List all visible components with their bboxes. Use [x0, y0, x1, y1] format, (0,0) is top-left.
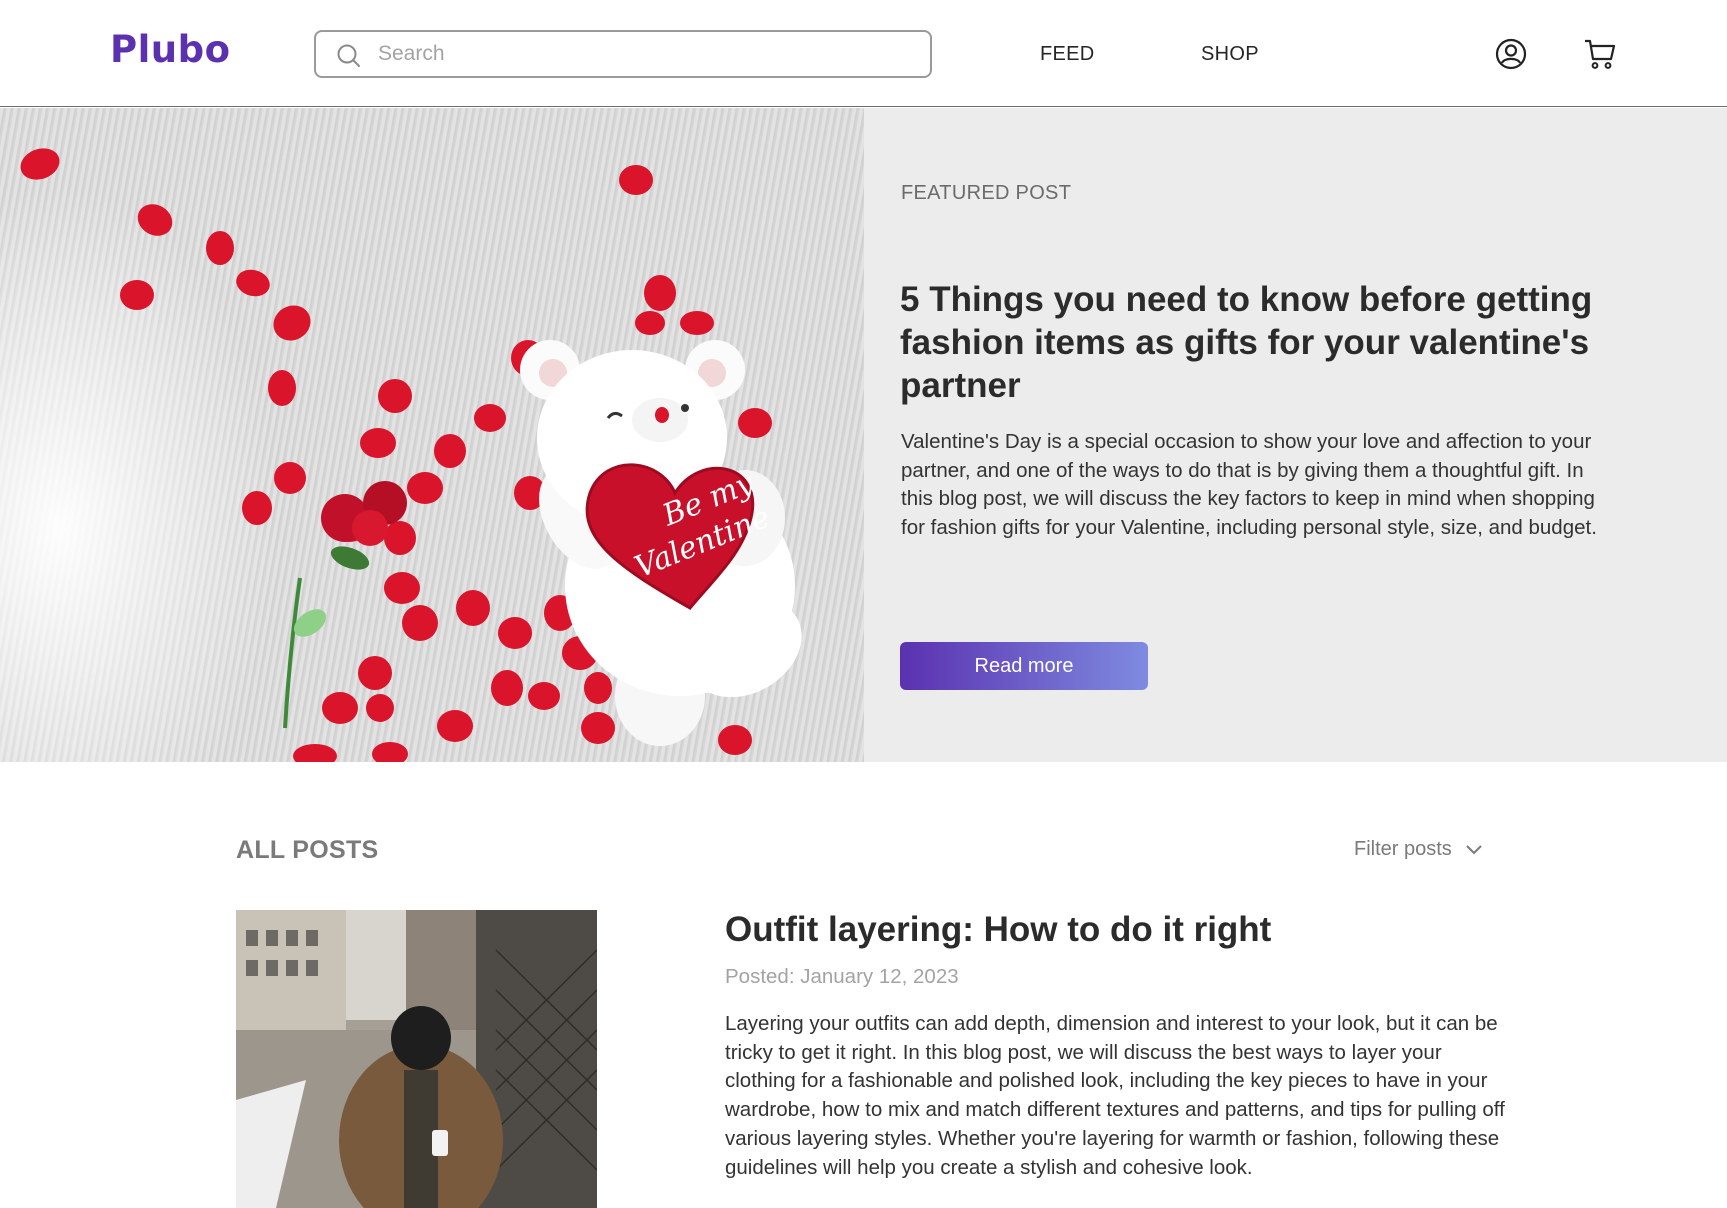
- logo[interactable]: Plubo: [110, 28, 231, 71]
- street-photo-illustration: [236, 910, 597, 1208]
- post-excerpt: Layering your outfits can add depth, dim…: [725, 1012, 1505, 1179]
- top-header: Plubo FEED SHOP: [0, 0, 1727, 107]
- featured-label: FEATURED POST: [901, 182, 1072, 204]
- valentine-teddy-illustration: Be my Valentine: [20, 148, 802, 762]
- nav-shop-link[interactable]: SHOP: [1201, 43, 1259, 66]
- search-icon: [337, 44, 360, 67]
- featured-image[interactable]: Be my Valentine: [0, 108, 864, 762]
- featured-post: Be my Valentine FEATURED POST 5 Things y…: [0, 108, 1727, 762]
- post-title[interactable]: Outfit layering: How to do it right: [725, 910, 1271, 950]
- cart-button[interactable]: [1582, 36, 1618, 72]
- filter-posts-label: Filter posts: [1354, 838, 1452, 860]
- all-posts-heading: ALL POSTS: [236, 836, 379, 864]
- featured-content: FEATURED POST 5 Things you need to know …: [864, 108, 1727, 762]
- account-button[interactable]: [1493, 36, 1529, 72]
- featured-excerpt: Valentine's Day is a special occasion to…: [901, 430, 1597, 540]
- cart-icon: [1585, 39, 1616, 69]
- read-more-button[interactable]: Read more: [900, 642, 1148, 690]
- user-circle-icon: [1495, 38, 1527, 70]
- search-input[interactable]: [378, 40, 918, 68]
- post-thumbnail[interactable]: [236, 910, 597, 1208]
- filter-posts-dropdown[interactable]: Filter posts: [1354, 838, 1482, 861]
- featured-title[interactable]: 5 Things you need to know before getting…: [900, 278, 1620, 407]
- nav-feed-link[interactable]: FEED: [1040, 43, 1095, 66]
- post-date: Posted: January 12, 2023: [725, 965, 959, 988]
- chevron-down-icon: [1466, 844, 1482, 854]
- search-box[interactable]: [314, 30, 932, 78]
